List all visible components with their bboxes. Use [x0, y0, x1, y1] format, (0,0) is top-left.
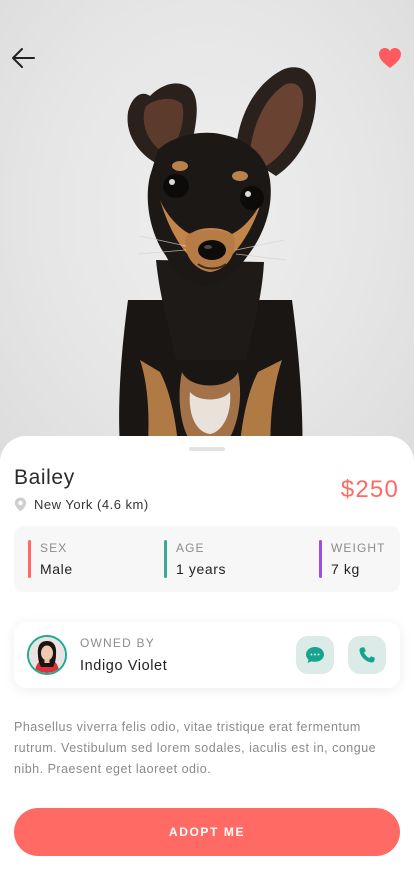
back-arrow-icon[interactable]	[10, 46, 36, 70]
stat-age-value: 1 years	[176, 561, 227, 577]
call-button[interactable]	[348, 636, 386, 674]
details-sheet: Bailey New York (4.6 km) $250 SEX Male A…	[0, 436, 414, 896]
stat-weight-label: WEIGHT	[331, 541, 386, 555]
map-pin-icon	[14, 497, 27, 512]
drag-handle[interactable]	[189, 447, 225, 451]
stat-age-label: AGE	[176, 541, 205, 555]
pet-photo	[0, 0, 414, 470]
heart-icon[interactable]	[378, 47, 402, 69]
message-button[interactable]	[296, 636, 334, 674]
owner-card: OWNED BY Indigo Violet	[14, 622, 400, 688]
stat-age-bar	[164, 540, 167, 578]
stat-weight-bar	[319, 540, 322, 578]
owned-by-label: OWNED BY	[80, 636, 155, 650]
chat-bubble-icon	[306, 647, 324, 663]
stats-card: SEX Male AGE 1 years WEIGHT 7 kg	[14, 526, 400, 592]
stat-sex-bar	[28, 540, 31, 578]
pet-location: New York (4.6 km)	[14, 497, 149, 512]
location-text: New York (4.6 km)	[34, 497, 149, 512]
owner-name: Indigo Violet	[80, 658, 168, 674]
stat-weight-value: 7 kg	[331, 561, 360, 577]
avatar[interactable]	[27, 635, 67, 675]
pet-description: Phasellus viverra felis odio, vitae tris…	[14, 720, 377, 776]
dog-image	[119, 67, 316, 470]
price: $250	[340, 476, 399, 503]
owner-avatar-image	[29, 637, 65, 673]
stat-sex-label: SEX	[40, 541, 68, 555]
adopt-me-button[interactable]: ADOPT ME	[14, 808, 400, 856]
stat-sex-value: Male	[40, 561, 73, 577]
pet-name: Bailey	[14, 466, 75, 489]
phone-icon	[359, 647, 375, 663]
